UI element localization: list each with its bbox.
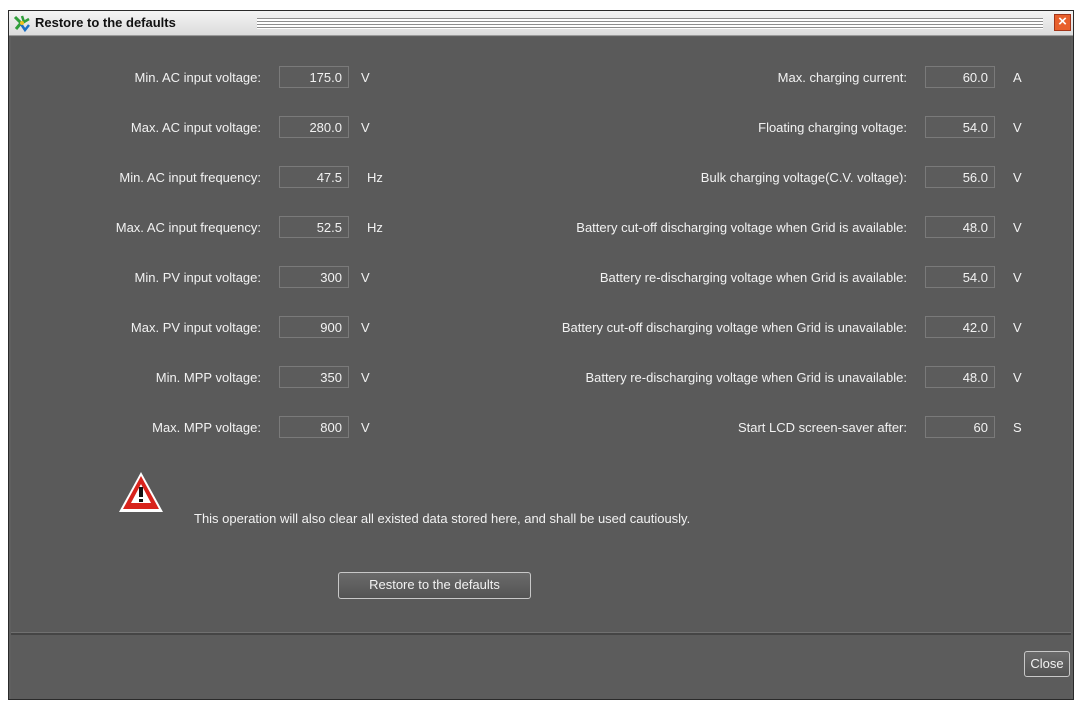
field-label: Start LCD screen-saver after: xyxy=(737,420,907,435)
battery-cutoff-grid-unavailable-field[interactable]: 42.0 xyxy=(925,316,995,338)
right-row-4: Battery re-discharging voltage when Grid… xyxy=(431,266,1071,290)
field-unit: S xyxy=(1013,420,1022,435)
field-label: Min. PV input voltage: xyxy=(134,270,261,285)
field-label: Bulk charging voltage(C.V. voltage): xyxy=(700,170,907,185)
left-row-5: Max. PV input voltage: 900 V xyxy=(11,316,431,340)
field-label: Min. AC input frequency: xyxy=(119,170,261,185)
warning-message: This operation will also clear all exist… xyxy=(194,511,691,526)
field-unit: V xyxy=(361,370,370,385)
field-unit: V xyxy=(1013,220,1022,235)
max-mpp-voltage-field[interactable]: 800 xyxy=(279,416,349,438)
field-label: Floating charging voltage: xyxy=(758,120,907,135)
field-label: Max. MPP voltage: xyxy=(152,420,261,435)
field-label: Battery re-discharging voltage when Grid… xyxy=(585,370,907,385)
field-unit: V xyxy=(1013,270,1022,285)
right-row-0: Max. charging current: 60.0 A xyxy=(431,66,1071,90)
dialog-footer xyxy=(11,635,1071,699)
field-unit: V xyxy=(361,120,370,135)
field-unit: V xyxy=(1013,320,1022,335)
field-unit: V xyxy=(1013,370,1022,385)
bulk-charging-voltage-field[interactable]: 56.0 xyxy=(925,166,995,188)
field-unit: A xyxy=(1013,70,1022,85)
min-pv-input-voltage-field[interactable]: 300 xyxy=(279,266,349,288)
left-row-6: Min. MPP voltage: 350 V xyxy=(11,366,431,390)
field-label: Max. AC input frequency: xyxy=(115,220,261,235)
max-ac-input-frequency-field[interactable]: 52.5 xyxy=(279,216,349,238)
settings-panel: Min. AC input voltage: 175.0 V Max. AC i… xyxy=(11,37,1071,632)
window-close-button[interactable]: × xyxy=(1054,14,1071,31)
field-label: Battery re-discharging voltage when Grid… xyxy=(599,270,907,285)
window-title: Restore to the defaults xyxy=(35,15,176,30)
field-unit: Hz xyxy=(367,170,383,185)
battery-redischarge-grid-unavailable-field[interactable]: 48.0 xyxy=(925,366,995,388)
right-row-2: Bulk charging voltage(C.V. voltage): 56.… xyxy=(431,166,1071,190)
title-grip xyxy=(257,18,1043,29)
left-row-7: Max. MPP voltage: 800 V xyxy=(11,416,431,440)
close-button[interactable]: Close xyxy=(1024,651,1070,677)
max-charging-current-field[interactable]: 60.0 xyxy=(925,66,995,88)
right-row-5: Battery cut-off discharging voltage when… xyxy=(431,316,1071,340)
min-ac-input-frequency-field[interactable]: 47.5 xyxy=(279,166,349,188)
field-unit: V xyxy=(361,420,370,435)
max-ac-input-voltage-field[interactable]: 280.0 xyxy=(279,116,349,138)
min-mpp-voltage-field[interactable]: 350 xyxy=(279,366,349,388)
app-logo-icon xyxy=(13,15,30,32)
right-row-3: Battery cut-off discharging voltage when… xyxy=(431,216,1071,240)
field-unit: V xyxy=(361,320,370,335)
left-row-4: Min. PV input voltage: 300 V xyxy=(11,266,431,290)
field-label: Battery cut-off discharging voltage when… xyxy=(576,220,907,235)
title-bar[interactable]: Restore to the defaults × xyxy=(9,11,1073,36)
lcd-screensaver-delay-field[interactable]: 60 xyxy=(925,416,995,438)
restore-defaults-dialog: Restore to the defaults × Min. AC input … xyxy=(8,10,1074,700)
right-row-7: Start LCD screen-saver after: 60 S xyxy=(431,416,1071,440)
left-row-0: Min. AC input voltage: 175.0 V xyxy=(11,66,431,90)
right-row-1: Floating charging voltage: 54.0 V xyxy=(431,116,1071,140)
battery-cutoff-grid-available-field[interactable]: 48.0 xyxy=(925,216,995,238)
field-label: Max. charging current: xyxy=(777,70,907,85)
left-row-3: Max. AC input frequency: 52.5 Hz xyxy=(11,216,431,240)
max-pv-input-voltage-field[interactable]: 900 xyxy=(279,316,349,338)
field-label: Max. PV input voltage: xyxy=(130,320,261,335)
left-row-1: Max. AC input voltage: 280.0 V xyxy=(11,116,431,140)
right-row-6: Battery re-discharging voltage when Grid… xyxy=(431,366,1071,390)
field-label: Battery cut-off discharging voltage when… xyxy=(561,320,907,335)
restore-defaults-button[interactable]: Restore to the defaults xyxy=(338,572,531,599)
battery-redischarge-grid-available-field[interactable]: 54.0 xyxy=(925,266,995,288)
warning-triangle-icon xyxy=(119,472,163,512)
field-label: Max. AC input voltage: xyxy=(130,120,261,135)
field-label: Min. AC input voltage: xyxy=(134,70,261,85)
field-unit: V xyxy=(1013,170,1022,185)
field-unit: V xyxy=(1013,120,1022,135)
field-label: Min. MPP voltage: xyxy=(155,370,261,385)
min-ac-input-voltage-field[interactable]: 175.0 xyxy=(279,66,349,88)
field-unit: Hz xyxy=(367,220,383,235)
left-row-2: Min. AC input frequency: 47.5 Hz xyxy=(11,166,431,190)
field-unit: V xyxy=(361,270,370,285)
field-unit: V xyxy=(361,70,370,85)
floating-charging-voltage-field[interactable]: 54.0 xyxy=(925,116,995,138)
